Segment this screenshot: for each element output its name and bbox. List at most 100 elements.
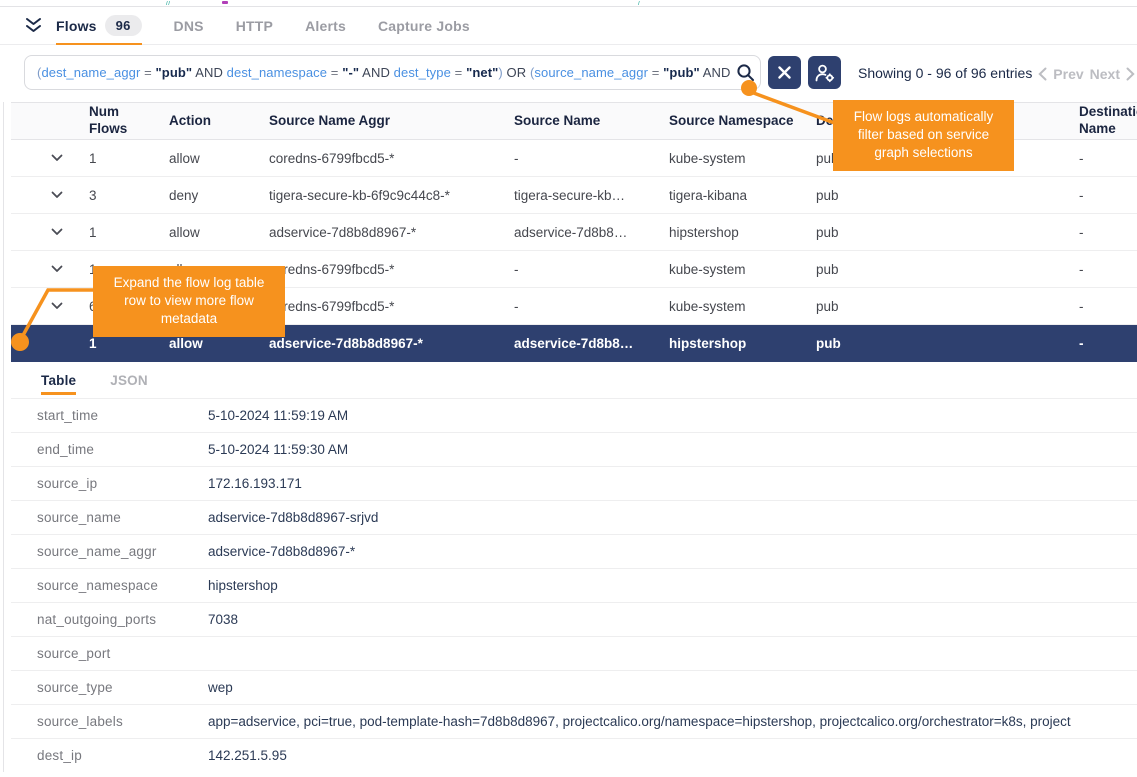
table-cell: coredns-6799fbcd5-* bbox=[269, 151, 514, 166]
detail-key: source_namespace bbox=[11, 578, 208, 593]
table-cell: 1 bbox=[89, 336, 169, 351]
table-row[interactable]: 1allowadservice-7d8b8d8967-*adservice-7d… bbox=[11, 214, 1137, 251]
detail-row: start_time5-10-2024 11:59:19 AM bbox=[11, 398, 1137, 432]
tab-http[interactable]: HTTP bbox=[236, 7, 273, 45]
column-header: Action bbox=[169, 113, 269, 130]
filter-query-input[interactable]: (dest_name_aggr = "pub" AND dest_namespa… bbox=[24, 55, 761, 90]
search-icon[interactable] bbox=[730, 63, 760, 82]
detail-key: source_ip bbox=[11, 476, 208, 491]
table-cell: 3 bbox=[89, 188, 169, 203]
query-segment: = bbox=[140, 65, 155, 80]
tab-flows[interactable]: Flows96 bbox=[56, 7, 142, 45]
table-cell: - bbox=[514, 299, 669, 314]
chevron-down-icon[interactable] bbox=[51, 228, 63, 236]
tab-dns[interactable]: DNS bbox=[174, 7, 204, 45]
detail-value: 5-10-2024 11:59:30 AM bbox=[208, 442, 1137, 457]
detail-row: source_labelsapp=adservice, pci=true, po… bbox=[11, 704, 1137, 738]
tooltip-filter-callout: Flow logs automatically filter based on … bbox=[833, 100, 1014, 171]
table-cell: pub bbox=[816, 188, 1079, 203]
tab-bar: Flows96 DNS HTTP Alerts Capture Jobs bbox=[0, 7, 1137, 45]
row-expand-cell bbox=[11, 228, 89, 236]
query-segment: "-" bbox=[342, 65, 359, 80]
detail-value: 172.16.193.171 bbox=[208, 476, 1137, 491]
user-settings-button[interactable] bbox=[808, 56, 841, 89]
prev-button[interactable]: Prev bbox=[1053, 66, 1083, 82]
chevron-down-icon[interactable] bbox=[51, 191, 63, 199]
column-header: Source Name bbox=[514, 113, 669, 130]
row-expand-cell bbox=[11, 154, 89, 162]
detail-key: source_port bbox=[11, 646, 208, 661]
table-cell: - bbox=[1079, 299, 1137, 314]
column-header: Destination Name bbox=[1079, 104, 1137, 138]
tab-alerts[interactable]: Alerts bbox=[305, 7, 346, 45]
entries-count: Showing 0 - 96 of 96 entries bbox=[858, 45, 1032, 102]
detail-value: 142.251.5.95 bbox=[208, 748, 1137, 763]
table-cell: tigera-kibana bbox=[669, 188, 816, 203]
detail-key: end_time bbox=[11, 442, 208, 457]
table-cell: adservice-7d8b8d8967-* bbox=[269, 336, 514, 351]
table-cell: pub bbox=[816, 336, 1079, 351]
detail-value: adservice-7d8b8d8967-srjvd bbox=[208, 510, 1137, 525]
tab-label: Capture Jobs bbox=[378, 18, 470, 34]
table-cell: 1 bbox=[89, 225, 169, 240]
column-header: Source Name Aggr bbox=[269, 113, 514, 130]
detail-value: 7038 bbox=[208, 612, 1137, 627]
tab-capture-jobs[interactable]: Capture Jobs bbox=[378, 7, 470, 45]
query-segment: dest_namespace bbox=[227, 65, 327, 80]
tab-label: Alerts bbox=[305, 18, 346, 34]
query-segment: "pub" bbox=[156, 65, 193, 80]
table-cell: allow bbox=[169, 151, 269, 166]
detail-key: nat_outgoing_ports bbox=[11, 612, 208, 627]
table-cell: kube-system bbox=[669, 151, 816, 166]
row-expand-cell bbox=[11, 191, 89, 199]
detail-key: source_type bbox=[11, 680, 208, 695]
chevron-down-icon[interactable] bbox=[51, 154, 63, 162]
table-cell: deny bbox=[169, 188, 269, 203]
chevron-down-icon[interactable] bbox=[51, 265, 63, 273]
detail-value: app=adservice, pci=true, pod-template-ha… bbox=[208, 714, 1137, 729]
filter-query-text: (dest_name_aggr = "pub" AND dest_namespa… bbox=[25, 65, 730, 80]
detail-tab-table[interactable]: Table bbox=[41, 362, 76, 398]
query-segment: = bbox=[648, 65, 663, 80]
detail-row: nat_outgoing_ports7038 bbox=[11, 602, 1137, 636]
pagination: Prev Next bbox=[1038, 45, 1135, 102]
tooltip-expand-callout: Expand the flow log table row to view mo… bbox=[93, 266, 285, 337]
query-segment: AND bbox=[359, 65, 393, 80]
clipped-ui-fragment: // bbox=[166, 1, 177, 5]
flows-table: Num FlowsActionSource Name AggrSource Na… bbox=[3, 102, 1137, 772]
query-segment: "pub" bbox=[663, 65, 700, 80]
table-cell: - bbox=[1079, 225, 1137, 240]
table-cell: allow bbox=[169, 336, 269, 351]
table-cell: coredns-6799fbcd5-* bbox=[269, 262, 514, 277]
next-chevron-icon[interactable] bbox=[1126, 67, 1135, 81]
collapse-panel-icon[interactable] bbox=[20, 13, 46, 39]
detail-value: 5-10-2024 11:59:19 AM bbox=[208, 408, 1137, 423]
flow-logs-panel: // / Flows96 DNS HTTP Alerts Capture Jobs (d… bbox=[0, 0, 1137, 777]
detail-row: source_nameadservice-7d8b8d8967-srjvd bbox=[11, 500, 1137, 534]
row-expand-cell bbox=[11, 265, 89, 273]
detail-tab-json[interactable]: JSON bbox=[110, 362, 148, 398]
table-cell: pub bbox=[816, 225, 1079, 240]
query-segment: OR bbox=[503, 65, 530, 80]
column-header: Source Namespace bbox=[669, 113, 816, 130]
prev-chevron-icon[interactable] bbox=[1038, 67, 1047, 81]
query-segment: "net" bbox=[466, 65, 498, 80]
clear-filter-button[interactable] bbox=[768, 56, 801, 89]
table-row[interactable]: 3denytigera-secure-kb-6f9c9c44c8-*tigera… bbox=[11, 177, 1137, 214]
table-cell: - bbox=[1079, 336, 1137, 351]
table-cell: - bbox=[514, 151, 669, 166]
table-cell: - bbox=[1079, 151, 1137, 166]
chevron-down-icon[interactable] bbox=[51, 302, 63, 310]
detail-row: end_time5-10-2024 11:59:30 AM bbox=[11, 432, 1137, 466]
query-segment: dest_type bbox=[394, 65, 451, 80]
table-cell: - bbox=[1079, 188, 1137, 203]
tab-label: DNS bbox=[174, 18, 204, 34]
tab-label: Flows bbox=[56, 18, 97, 34]
detail-row: source_name_aggradservice-7d8b8d8967-* bbox=[11, 534, 1137, 568]
clipped-ui-fragment: / bbox=[638, 1, 645, 5]
detail-row: source_typewep bbox=[11, 670, 1137, 704]
next-button[interactable]: Next bbox=[1090, 66, 1120, 82]
table-cell: kube-system bbox=[669, 262, 816, 277]
query-segment: AND bbox=[192, 65, 226, 80]
row-expand-cell bbox=[11, 302, 89, 310]
